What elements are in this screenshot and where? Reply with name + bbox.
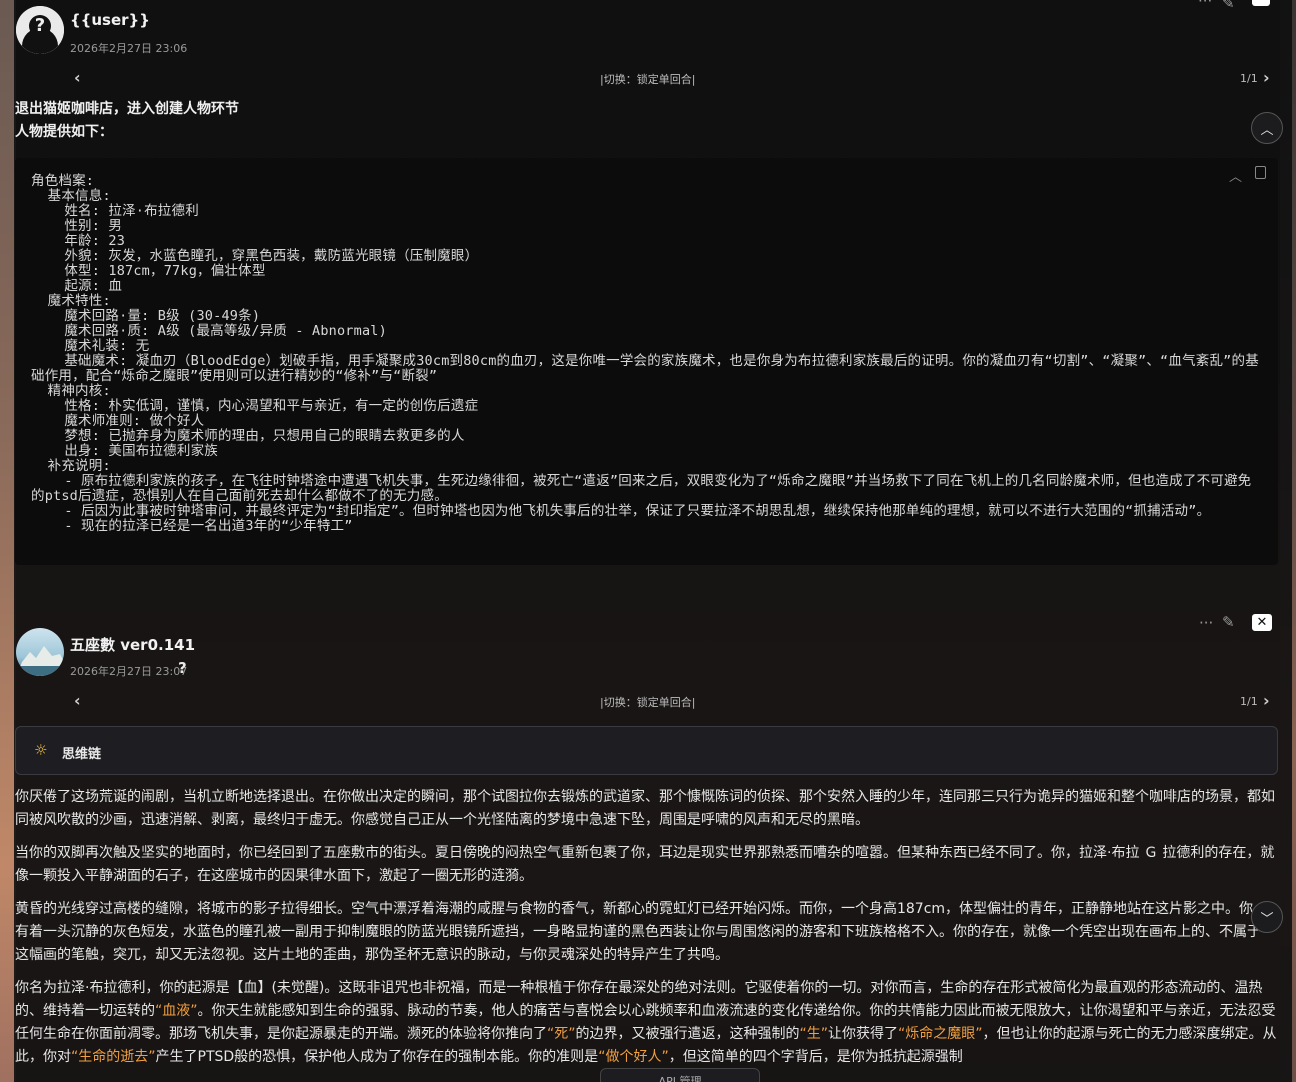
help-icon[interactable]: ? bbox=[178, 659, 187, 677]
close-icon[interactable]: ✕ bbox=[1252, 614, 1272, 631]
message-text: 退出猫姬咖啡店，进入创建人物环节 bbox=[15, 101, 239, 117]
sun-icon: ☼ bbox=[34, 741, 48, 759]
swipe-left-chevron-icon[interactable]: ‹ bbox=[74, 691, 81, 710]
story-paragraph: 你名为拉泽·布拉德利，你的起源是【血】(未觉醒)。这既非诅咒也非祝福，而是一种根… bbox=[15, 980, 1277, 1065]
scroll-up-button[interactable]: ︿ bbox=[1251, 112, 1283, 144]
swipe-label: |切换：锁定单回合| bbox=[600, 73, 696, 86]
story-paragraph: 黄昏的光线穿过高楼的缝隙，将城市的影子拉得细长。空气中漂浮着海潮的咸腥与食物的香… bbox=[15, 901, 1261, 963]
story-paragraph: 你厌倦了这场荒诞的闹剧，当机立断地选择退出。在你做出决定的瞬间，那个试图拉你去锻… bbox=[15, 789, 1275, 828]
edit-icon[interactable]: ✎ bbox=[1222, 0, 1235, 12]
swipe-label: |切换：锁定单回合| bbox=[600, 696, 696, 709]
timestamp: 2026年2月27日 23:06 bbox=[70, 42, 188, 55]
svg-text:?: ? bbox=[35, 15, 45, 36]
more-icon[interactable]: ··· bbox=[1199, 614, 1213, 632]
swipe-counter: 1/1 bbox=[1240, 72, 1258, 85]
avatar[interactable] bbox=[16, 628, 64, 676]
more-icon[interactable]: ··· bbox=[1198, 0, 1212, 10]
chevron-up-icon: ︿ bbox=[1260, 122, 1274, 138]
scroll-down-button[interactable]: ﹀ bbox=[1251, 901, 1283, 933]
swipe-counter: 1/1 bbox=[1240, 695, 1258, 708]
sender-name: {{user}} bbox=[70, 11, 150, 29]
swipe-right-chevron-icon[interactable]: › bbox=[1263, 691, 1270, 710]
api-tab[interactable]: API 管理 bbox=[600, 1068, 760, 1082]
code-block: ︿ 角色档案: 基本信息: 姓名: 拉泽·布拉德利 性别: 男 年龄: 23 外… bbox=[15, 158, 1278, 565]
timestamp: 2026年2月27日 23:07 bbox=[70, 665, 188, 678]
message-text: 人物提供如下： bbox=[15, 124, 113, 140]
chevron-down-icon: ﹀ bbox=[1260, 911, 1274, 927]
thinking-label: 思维链 bbox=[62, 747, 102, 762]
swipe-left-chevron-icon[interactable]: ‹ bbox=[74, 68, 81, 87]
character-profile-code: 角色档案: 基本信息: 姓名: 拉泽·布拉德利 性别: 男 年龄: 23 外貌:… bbox=[31, 173, 1259, 534]
close-icon[interactable] bbox=[1252, 0, 1270, 6]
avatar[interactable]: ? bbox=[16, 6, 64, 54]
story-paragraph: 当你的双脚再次触及坚实的地面时，你已经回到了五座敷市的街头。夏日傍晚的闷热空气重… bbox=[15, 845, 1275, 884]
sender-name: 五座數 ver0.141 bbox=[70, 636, 196, 654]
thinking-panel[interactable]: ☼ 思维链 bbox=[15, 726, 1278, 775]
edit-icon[interactable]: ✎ bbox=[1222, 613, 1235, 631]
swipe-right-chevron-icon[interactable]: › bbox=[1263, 68, 1270, 87]
